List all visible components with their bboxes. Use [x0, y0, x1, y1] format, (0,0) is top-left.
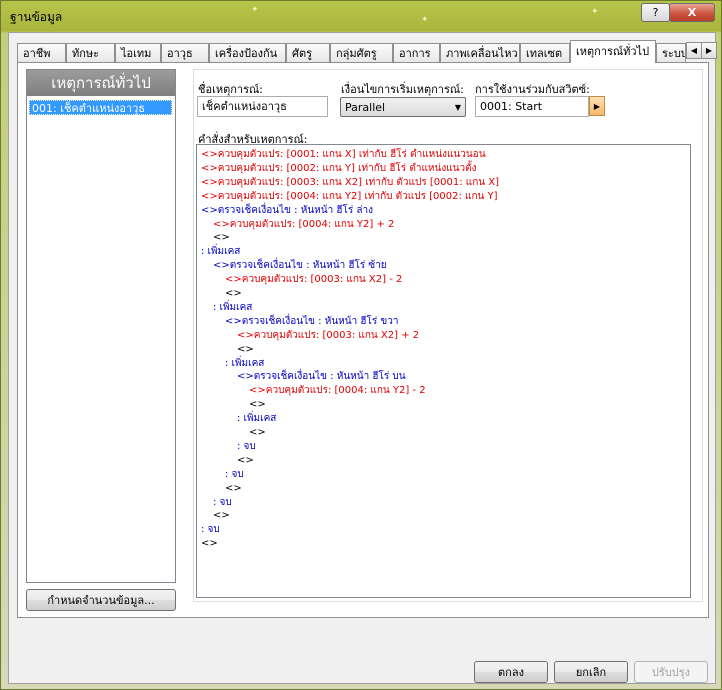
- command-row[interactable]: <>ควบคุมตัวแปร: [0003: แกน X2] - 2: [225, 273, 402, 286]
- tab-strip: อาชีพ ทักษะ ไอเทม อาวุธ เครื่องป้องกัน ศ…: [17, 40, 717, 63]
- event-name-field[interactable]: เช็คตำแหน่งอาวุธ: [197, 96, 328, 117]
- tab-animations[interactable]: ภาพเคลื่อนไหว: [440, 43, 520, 62]
- command-list[interactable]: <>ควบคุมตัวแปร: [0001: แกน X] เท่ากับ ฮี…: [196, 144, 691, 598]
- command-row[interactable]: <>: [213, 231, 230, 244]
- command-row[interactable]: <>: [225, 482, 242, 495]
- command-row[interactable]: : จบ: [201, 523, 220, 536]
- command-row[interactable]: <>: [201, 537, 218, 550]
- tab-classes[interactable]: อาชีพ: [17, 43, 66, 62]
- sparkle-icon: ✦: [251, 5, 259, 15]
- event-list-header: เหตุการณ์ทั่วไป: [27, 70, 175, 96]
- cancel-button[interactable]: ยกเลิก: [554, 661, 628, 683]
- command-row[interactable]: : เพิ่มเคส: [213, 301, 252, 314]
- command-row[interactable]: <>ควบคุมตัวแปร: [0004: แกน Y2] เท่ากับ ต…: [201, 190, 498, 203]
- tab-enemies[interactable]: ศัตรู: [286, 43, 330, 62]
- command-row[interactable]: : จบ: [213, 496, 232, 509]
- tab-weapons[interactable]: อาวุธ: [161, 43, 209, 62]
- title-bar[interactable]: ✦ ✦ ✦ ฐานข้อมูล ? X: [1, 1, 721, 31]
- command-row[interactable]: <>ควบคุมตัวแปร: [0004: แกน Y2] - 2: [249, 384, 426, 397]
- command-row[interactable]: <>ตรวจเช็คเงื่อนไข : หันหน้า ฮีโร่ ซ้าย: [213, 259, 387, 272]
- arrow-right-icon: ▶: [593, 102, 601, 111]
- set-count-button[interactable]: กำหนดจำนวนข้อมูล...: [26, 589, 176, 611]
- command-row[interactable]: : จบ: [225, 468, 244, 481]
- command-row[interactable]: <>ควบคุมตัวแปร: [0003: แกน X2] + 2: [237, 329, 419, 342]
- sparkle-icon: ✦: [591, 7, 599, 17]
- tab-skills[interactable]: ทักษะ: [66, 43, 115, 62]
- command-row[interactable]: : เพิ่มเคส: [225, 357, 264, 370]
- switch-field[interactable]: 0001: Start: [475, 96, 589, 117]
- command-row[interactable]: : จบ: [237, 440, 256, 453]
- tab-scroll-right-icon[interactable]: ▶: [701, 42, 717, 59]
- command-row[interactable]: <>: [237, 343, 254, 356]
- command-row[interactable]: <>: [225, 287, 242, 300]
- command-row[interactable]: <>ควบคุมตัวแปร: [0003: แกน X2] เท่ากับ ต…: [201, 176, 499, 189]
- command-row[interactable]: <>ควบคุมตัวแปร: [0002: แกน Y] เท่ากับ ฮี…: [201, 162, 476, 175]
- command-row[interactable]: <>ตรวจเช็คเงื่อนไข : หันหน้า ฮีโร่ บน: [237, 370, 406, 383]
- trigger-select[interactable]: Parallel ▼: [340, 97, 466, 117]
- tab-states[interactable]: อาการ: [393, 43, 440, 62]
- tab-armors[interactable]: เครื่องป้องกัน: [209, 43, 286, 62]
- help-button[interactable]: ?: [641, 3, 670, 22]
- command-row[interactable]: <>ควบคุมตัวแปร: [0004: แกน Y2] + 2: [213, 218, 394, 231]
- close-button[interactable]: X: [669, 3, 715, 22]
- tab-troops[interactable]: กลุ่มศัตรู: [330, 43, 393, 62]
- tab-scroll-left-icon[interactable]: ◀: [686, 42, 702, 59]
- switch-browse-button[interactable]: ▶: [589, 96, 605, 116]
- command-row[interactable]: <>ตรวจเช็คเงื่อนไข : หันหน้า ฮีโร่ ล่าง: [201, 204, 373, 217]
- command-row[interactable]: : เพิ่มเคส: [237, 412, 276, 425]
- command-row[interactable]: <>ควบคุมตัวแปร: [0001: แกน X] เท่ากับ ฮี…: [201, 148, 486, 161]
- apply-button: ปรับปรุง: [634, 661, 708, 683]
- tab-items[interactable]: ไอเทม: [115, 43, 161, 62]
- chevron-down-icon: ▼: [454, 103, 461, 112]
- sparkle-icon: ✦: [421, 15, 429, 25]
- command-row[interactable]: <>: [213, 509, 230, 522]
- tab-tilesets[interactable]: เทลเซต: [520, 43, 570, 62]
- tab-system[interactable]: ระบบ: [656, 43, 686, 62]
- command-row[interactable]: <>: [237, 454, 254, 467]
- trigger-value: Parallel: [345, 101, 386, 114]
- command-row[interactable]: <>: [249, 426, 266, 439]
- tab-common-events[interactable]: เหตุการณ์ทั่วไป: [570, 40, 656, 63]
- database-window: ✦ ✦ ✦ ฐานข้อมูล ? X อาชีพ ทักษะ ไอเทม อา…: [0, 0, 722, 690]
- command-row[interactable]: : เพิ่มเคส: [201, 245, 240, 258]
- command-row[interactable]: <>: [249, 398, 266, 411]
- window-title: ฐานข้อมูล: [10, 10, 63, 24]
- ok-button[interactable]: ตกลง: [474, 661, 548, 683]
- trigger-label: เงื่อนไขการเริ่มเหตุการณ์:: [341, 83, 464, 96]
- event-list[interactable]: เหตุการณ์ทั่วไป 001: เช็คตำแหน่งอาวุธ: [26, 69, 176, 583]
- list-item[interactable]: 001: เช็คตำแหน่งอาวุธ: [29, 100, 172, 115]
- command-row[interactable]: <>ตรวจเช็คเงื่อนไข : หันหน้า ฮีโร่ ขวา: [225, 315, 398, 328]
